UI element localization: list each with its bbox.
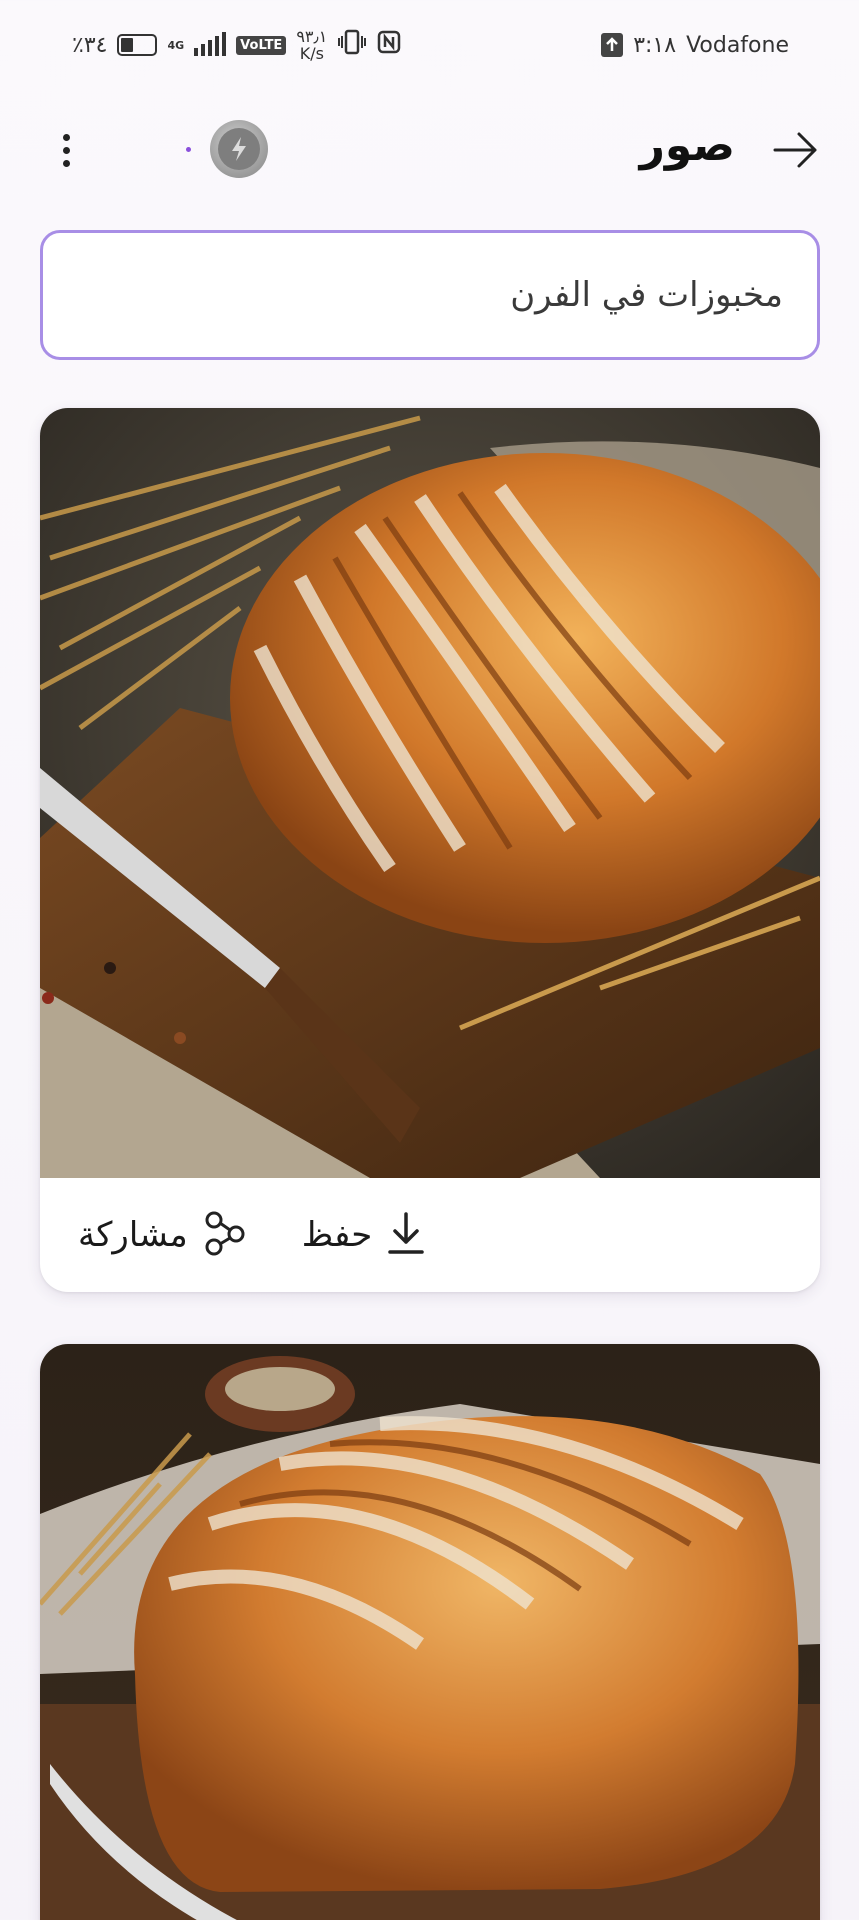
result-image[interactable] [40,408,820,1178]
app-bar: صور [0,100,859,200]
share-button[interactable]: مشاركة [78,1210,248,1260]
card-actions: مشاركة حفظ [40,1178,820,1292]
network-gen: 4G [167,38,185,52]
status-right: ٣:١٨ Vodafone [601,33,789,58]
result-image[interactable] [40,1344,820,1920]
page-title: صور [639,120,735,171]
save-label: حفظ [301,1215,373,1255]
result-card: مشاركة حفظ [40,408,820,1292]
share-label: مشاركة [78,1215,188,1255]
result-card [40,1344,820,1920]
status-bar: ٪٣٤ 4G VoLTE ٩٣٫١ K/s ٣:١٨ Vodafone [0,0,859,90]
net-speed-unit: K/s [299,44,324,63]
bread-loaf-on-board-image [40,408,820,1178]
save-button[interactable]: حفظ [302,1210,427,1260]
clock: ٣:١٨ [633,32,677,58]
volte-badge: VoLTE [236,35,287,55]
net-speed-value: ٩٣٫١ [296,27,328,46]
vibrate-icon [337,29,367,61]
signal-icon [194,32,227,56]
lightning-icon [218,128,260,170]
back-arrow-icon[interactable] [771,126,819,174]
more-options-icon[interactable] [56,128,76,174]
net-speed: ٩٣٫١ K/s [296,28,327,62]
prompt-text: مخبوزات في الفرن [510,275,783,315]
download-icon [386,1210,426,1260]
share-icon [202,1210,248,1260]
prompt-field[interactable]: مخبوزات في الفرن [40,230,820,360]
flash-button[interactable] [210,120,268,178]
status-left: ٪٣٤ 4G VoLTE ٩٣٫١ K/s [72,28,401,62]
carrier-name: Vodafone [686,32,789,58]
battery-icon [117,34,158,56]
status-dot [186,147,191,152]
bread-loaf-image [40,1344,820,1920]
upload-icon [601,33,624,57]
battery-percent: ٪٣٤ [72,32,108,58]
nfc-icon [377,30,401,60]
